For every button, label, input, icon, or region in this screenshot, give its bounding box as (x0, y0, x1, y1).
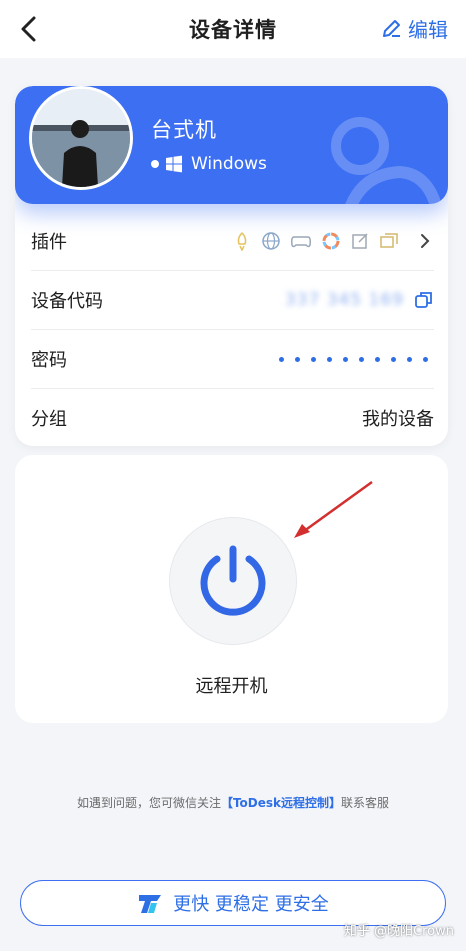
device-code-row: 设备代码 337 345 169 (31, 271, 434, 330)
remote-power-card: 远程开机 (15, 455, 448, 723)
device-name: 台式机 (151, 118, 217, 142)
remote-power-label: 远程开机 (195, 676, 268, 697)
banner-text: 更快 更稳定 更安全 (173, 894, 329, 915)
copy-icon[interactable] (414, 290, 434, 310)
edit-pencil-icon (383, 19, 400, 37)
help-text: 如遇到问题，您可微信关注【ToDesk远程控制】联系客服 (0, 794, 466, 811)
todesk-logo-icon (139, 895, 162, 913)
help-prefix: 如遇到问题，您可微信关注 (76, 796, 221, 810)
plugin-icons (232, 231, 434, 251)
user-silhouette-icon (331, 117, 440, 204)
power-icon (200, 545, 266, 616)
password-label: 密码 (31, 350, 67, 371)
group-row[interactable]: 分组 我的设备 (31, 389, 434, 446)
edit-box-icon (352, 233, 368, 249)
window-copy-icon (380, 233, 398, 248)
device-card: 台式机 Windows 插件 设备代码 337 345 169 密码 分组 我的… (15, 86, 448, 446)
help-brand-link[interactable]: 【ToDesk远程控制】 (221, 796, 341, 810)
edit-button[interactable]: 编辑 (380, 14, 448, 43)
gamepad-icon (291, 236, 311, 248)
avatar (29, 86, 133, 190)
annotation-arrow (294, 480, 373, 538)
windows-logo-icon (166, 155, 182, 173)
chevron-right-icon (421, 234, 430, 248)
plugins-label: 插件 (31, 232, 67, 253)
rocket-icon (237, 231, 247, 251)
top-bar: 设备详情 编辑 (0, 0, 466, 58)
os-name: Windows (191, 154, 267, 174)
password-mask (279, 356, 428, 362)
help-suffix: 联系客服 (341, 796, 390, 810)
group-value: 我的设备 (362, 409, 434, 430)
remote-power-button[interactable] (169, 517, 297, 645)
edit-label: 编辑 (408, 18, 448, 42)
globe-icon (262, 232, 280, 250)
device-hero: 台式机 Windows (15, 86, 448, 204)
password-row: 密码 (31, 330, 434, 389)
os-info: Windows (151, 154, 267, 174)
watermark: 知乎 @晚阳Crown (343, 924, 454, 939)
online-status-dot (151, 160, 159, 168)
color-wheel-icon (322, 232, 340, 250)
device-info-list: 插件 设备代码 337 345 169 密码 分组 我的设备 (15, 212, 448, 446)
group-label: 分组 (31, 409, 67, 430)
device-code-label: 设备代码 (31, 291, 103, 312)
device-code-value: 337 345 169 (284, 290, 404, 310)
plugins-row[interactable]: 插件 (31, 212, 434, 271)
